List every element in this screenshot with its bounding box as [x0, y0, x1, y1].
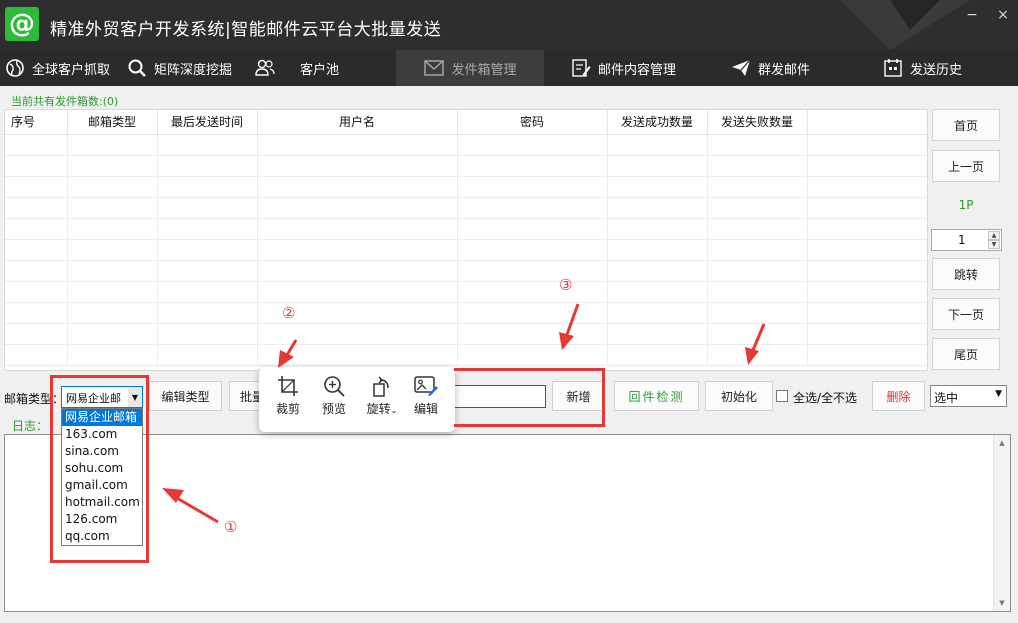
annotation-number-1: ① — [224, 518, 238, 536]
annotation-arrows — [162, 303, 766, 524]
annotation-number-3: ③ — [559, 276, 573, 294]
app-window: @ 精准外贸客户开发系统|智能邮件云平台大批量发送 − × 全球客户抓取 矩阵深… — [0, 0, 1018, 623]
annotation-number-2: ② — [282, 304, 296, 322]
